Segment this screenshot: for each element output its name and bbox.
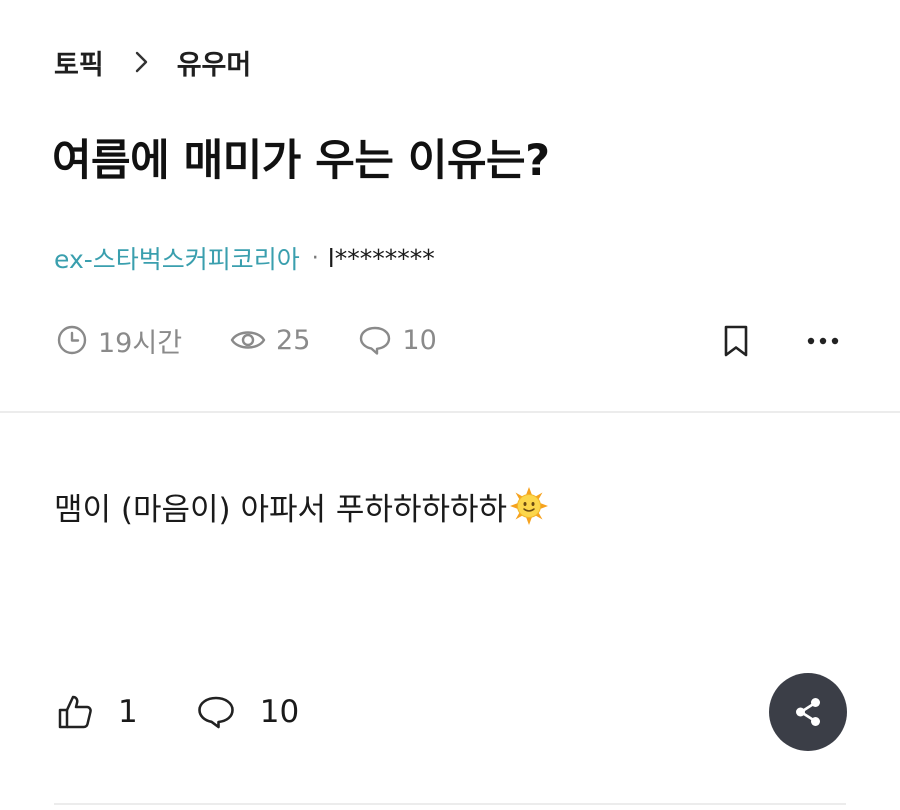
author-separator: · — [311, 245, 319, 271]
author-company-link[interactable]: ex-스타벅스커피코리아 — [54, 240, 300, 276]
post-meta: 19시간 25 10 — [56, 318, 437, 362]
post-body-text: 맴이 (마음이) 아파서 푸하하하하하 — [54, 492, 508, 528]
clock-icon — [57, 325, 87, 355]
like-count: 1 — [118, 694, 138, 730]
post-body: 맴이 (마음이) 아파서 푸하하하하하 — [54, 484, 549, 534]
more-options-button[interactable] — [800, 321, 846, 361]
post-time-text: 19시간 — [98, 327, 183, 359]
more-dots-icon — [807, 337, 839, 345]
post-title: 여름에 매미가 우는 이유는? — [52, 136, 550, 186]
breadcrumb: 토픽 유우머 — [54, 40, 251, 84]
post-views-count: 25 — [276, 324, 311, 356]
author-line: ex-스타벅스커피코리아 · l******** — [54, 238, 435, 278]
speech-bubble-icon — [197, 696, 234, 729]
speech-bubble-icon — [360, 326, 391, 355]
bookmark-button[interactable] — [718, 321, 754, 361]
comment-button[interactable]: 10 — [196, 694, 299, 730]
eye-icon — [230, 331, 266, 349]
share-icon — [796, 698, 820, 726]
bookmark-icon — [724, 325, 748, 357]
breadcrumb-topic-link[interactable]: 토픽 — [54, 43, 104, 82]
post-actions: 1 10 — [56, 688, 299, 736]
post-time: 19시간 — [56, 321, 182, 360]
post-views: 25 — [230, 324, 310, 356]
comment-count: 10 — [259, 694, 300, 730]
sun-face-emoji — [509, 486, 549, 534]
post-comments: 10 — [358, 324, 437, 356]
thumbs-up-icon — [58, 695, 92, 729]
content-divider — [0, 411, 900, 413]
chevron-right-icon — [134, 50, 150, 74]
author-nickname: l******** — [327, 243, 435, 273]
bottom-divider — [54, 803, 846, 805]
share-button[interactable] — [769, 673, 847, 751]
like-button[interactable]: 1 — [56, 693, 138, 731]
post-comments-count: 10 — [402, 324, 437, 356]
breadcrumb-current-category[interactable]: 유우머 — [177, 43, 252, 82]
